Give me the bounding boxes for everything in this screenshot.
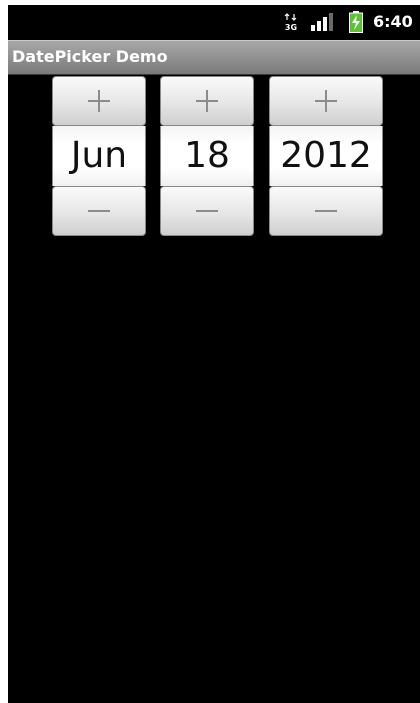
device-screen: 3G 6:40 DatePicker Demo Jun 18 2012 [8, 5, 420, 703]
day-decrement-button[interactable] [160, 186, 254, 236]
month-decrement-button[interactable] [52, 186, 146, 236]
year-picker: 2012 [269, 76, 383, 236]
app-title: DatePicker Demo [12, 47, 168, 66]
battery-charging-icon [349, 11, 363, 33]
svg-text:3G: 3G [285, 23, 297, 31]
day-picker: 18 [160, 76, 254, 236]
year-value[interactable]: 2012 [269, 126, 383, 186]
year-increment-button[interactable] [269, 76, 383, 126]
3g-data-icon: 3G [284, 13, 297, 31]
status-time: 6:40 [373, 12, 413, 31]
month-picker: Jun [52, 76, 146, 236]
minus-icon [196, 210, 218, 212]
plus-icon [88, 90, 110, 112]
signal-strength-icon [311, 13, 333, 31]
minus-icon [315, 210, 337, 212]
month-value[interactable]: Jun [52, 126, 146, 186]
app-title-bar: DatePicker Demo [8, 40, 420, 75]
status-bar: 3G 6:40 [8, 5, 420, 39]
plus-icon [315, 90, 337, 112]
minus-icon [88, 210, 110, 212]
year-decrement-button[interactable] [269, 186, 383, 236]
month-increment-button[interactable] [52, 76, 146, 126]
day-increment-button[interactable] [160, 76, 254, 126]
day-value[interactable]: 18 [160, 126, 254, 186]
plus-icon [196, 90, 218, 112]
